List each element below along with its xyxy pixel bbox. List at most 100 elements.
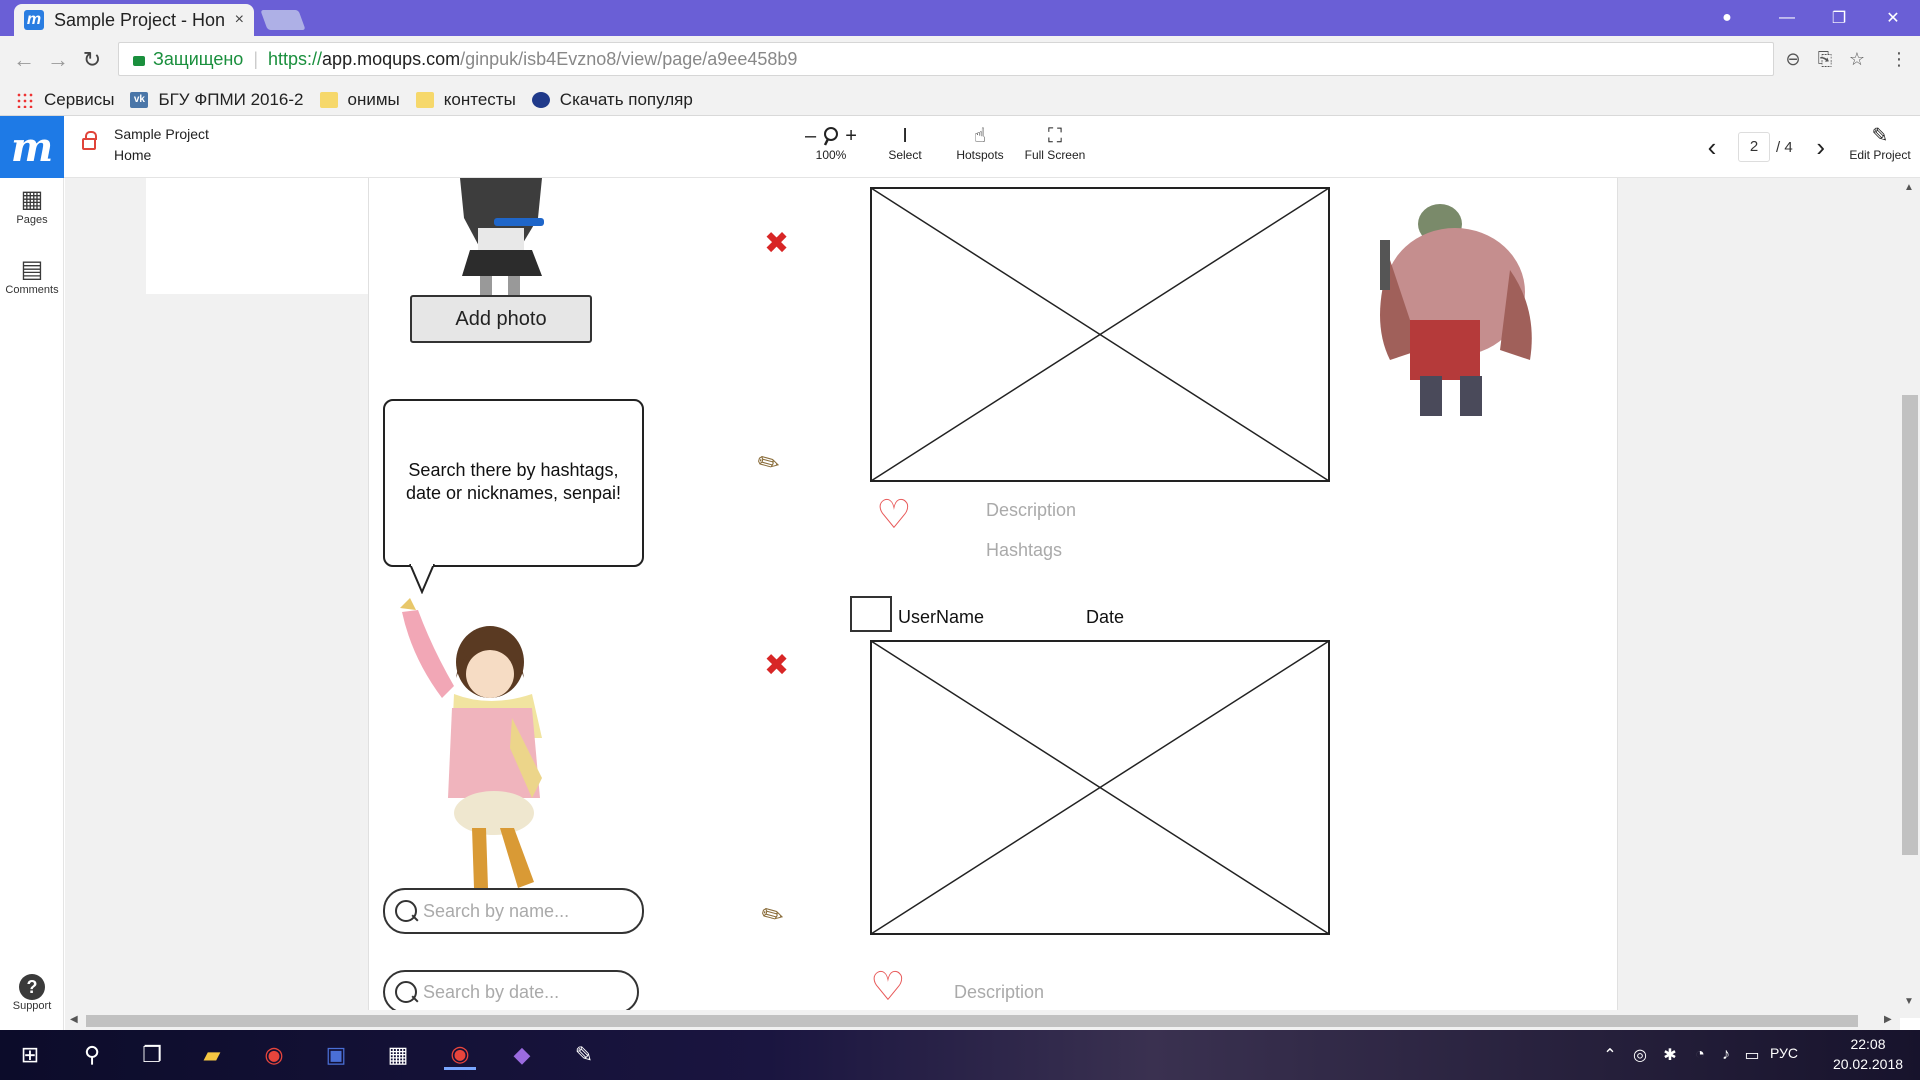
browser-tab-active[interactable]: m Sample Project - Hon × xyxy=(14,4,254,36)
anime-girl-top-image xyxy=(460,178,544,296)
fullscreen-label: Full Screen xyxy=(1024,148,1086,162)
speech-bubble: Search there by hashtags, date or nickna… xyxy=(383,399,644,567)
minimize-button[interactable]: — xyxy=(1764,0,1810,36)
post-1-description: Description xyxy=(986,500,1077,520)
search-icon xyxy=(395,981,417,1003)
fullscreen-tool[interactable]: ⛶ Full Screen xyxy=(1020,124,1090,162)
comments-label: Comments xyxy=(5,284,59,296)
delete-post-2-icon[interactable]: ✖ xyxy=(764,648,789,683)
support-button[interactable]: ? Support xyxy=(0,974,64,1012)
new-tab-button[interactable] xyxy=(260,10,306,30)
add-photo-button[interactable]: Add photo xyxy=(410,295,592,343)
search-by-name-input[interactable]: Search by name... xyxy=(383,888,644,934)
support-label: Support xyxy=(12,1000,52,1012)
bookmark-services[interactable]: Сервисы xyxy=(16,90,114,110)
like-post-2-icon[interactable]: ♡ xyxy=(870,964,906,1010)
text-cursor-icon: I xyxy=(902,125,908,147)
zoom-out-icon[interactable]: – xyxy=(805,125,816,147)
select-label: Select xyxy=(888,148,922,162)
search-by-date-input[interactable]: Search by date... xyxy=(383,970,639,1014)
vertical-scroll-thumb[interactable] xyxy=(1902,395,1918,855)
close-window-button[interactable]: ✕ xyxy=(1870,0,1916,36)
left-rail xyxy=(0,178,64,1030)
delete-post-1-icon[interactable]: ✖ xyxy=(764,226,789,261)
post-2-avatar-checkbox[interactable] xyxy=(850,596,892,632)
chrome-active-taskbar-icon[interactable]: ◉ xyxy=(444,1040,476,1070)
tab-close-icon[interactable]: × xyxy=(235,11,244,29)
tray-expand-icon[interactable]: ⌃ xyxy=(1594,1040,1626,1070)
zoom-in-icon[interactable]: + xyxy=(845,125,857,147)
project-name: Sample Project xyxy=(114,126,209,142)
edit-project-button[interactable]: ✎ Edit Project xyxy=(1840,124,1920,162)
moqups-logo[interactable]: m xyxy=(0,116,64,178)
back-button[interactable]: ← xyxy=(12,47,36,72)
chrome-menu-icon[interactable]: ⋮ xyxy=(1888,48,1910,70)
search-icon xyxy=(395,900,417,922)
steam-tray-icon[interactable]: ◎ xyxy=(1624,1040,1656,1070)
system-clock[interactable]: 22:08 20.02.2018 xyxy=(1820,1034,1916,1074)
chrome-taskbar-icon[interactable]: ◉ xyxy=(258,1040,290,1070)
apps-icon xyxy=(16,91,34,108)
current-page-input[interactable]: 2 xyxy=(1738,132,1770,162)
moqups-favicon-icon: m xyxy=(24,10,44,30)
clock-date: 20.02.2018 xyxy=(1832,1056,1904,1072)
post-2-date: Date xyxy=(1086,607,1125,627)
bookmark-download[interactable]: Скачать популяр xyxy=(531,89,693,110)
save-app-icon[interactable]: ▣ xyxy=(320,1040,352,1070)
page-pager: ‹ 2 / 4 › xyxy=(1700,132,1833,162)
bookmark-star-icon[interactable]: ☆ xyxy=(1846,48,1868,70)
scroll-left-arrow-icon[interactable]: ◀ xyxy=(70,1014,78,1025)
post-2-image-placeholder xyxy=(870,640,1330,935)
address-bar[interactable]: Защищено | https:// app.moqups.com /ginp… xyxy=(118,42,1774,76)
post-2-description: Description xyxy=(954,982,1045,1002)
file-explorer-icon[interactable]: ▰ xyxy=(196,1040,228,1070)
comments-button[interactable]: ▤ Comments xyxy=(0,256,64,296)
scroll-down-arrow-icon[interactable]: ▼ xyxy=(1904,996,1914,1007)
zoom-glyphs: – + xyxy=(796,124,866,148)
bluetooth-tray-icon[interactable]: ✱ xyxy=(1654,1040,1686,1070)
pages-label: Pages xyxy=(16,214,48,226)
reload-button[interactable]: ↻ xyxy=(80,47,104,72)
folder-icon xyxy=(319,91,338,108)
comments-icon: ▤ xyxy=(20,256,44,283)
pages-icon: ▦ xyxy=(20,186,44,213)
next-page-button[interactable]: › xyxy=(1809,132,1833,163)
zoom-control[interactable]: – + 100% xyxy=(796,124,866,162)
paint-icon[interactable]: ✎ xyxy=(568,1040,600,1070)
search-by-date-placeholder: Search by date... xyxy=(423,981,560,1002)
help-icon: ? xyxy=(19,974,45,1000)
pencil-icon: ✎ xyxy=(1871,125,1889,147)
search-taskbar-icon[interactable]: ⚲ xyxy=(76,1040,108,1070)
forward-button[interactable]: → xyxy=(46,47,70,72)
visual-studio-icon[interactable]: ◆ xyxy=(506,1040,538,1070)
calculator-icon[interactable]: ▦ xyxy=(382,1040,414,1070)
restore-button[interactable]: ❐ xyxy=(1816,0,1862,36)
url-host: app.moqups.com xyxy=(322,48,461,69)
bookmark-contests[interactable]: контесты xyxy=(415,90,516,110)
post-1-image-placeholder xyxy=(870,187,1330,482)
bookmark-bsu[interactable]: vk БГУ ФПМИ 2016-2 xyxy=(130,90,304,110)
windows-start-icon[interactable]: ⊞ xyxy=(14,1040,46,1070)
scroll-up-arrow-icon[interactable]: ▲ xyxy=(1904,182,1914,193)
select-tool[interactable]: I Select xyxy=(880,124,930,162)
like-post-1-icon[interactable]: ♡ xyxy=(876,492,912,538)
task-view-icon[interactable]: ❐ xyxy=(136,1040,168,1070)
bookmark-label: онимы xyxy=(347,89,400,109)
horizontal-scroll-thumb[interactable] xyxy=(86,1015,1858,1027)
secure-lock-icon xyxy=(133,56,145,66)
translate-icon[interactable]: ⎘ xyxy=(1814,48,1836,70)
speech-bubble-tail xyxy=(409,564,435,594)
input-language[interactable]: РУС xyxy=(1770,1045,1798,1061)
bookmark-label: Скачать популяр xyxy=(559,89,693,109)
prev-page-button[interactable]: ‹ xyxy=(1700,132,1724,163)
canvas-white-tile xyxy=(146,178,368,294)
scroll-right-arrow-icon[interactable]: ▶ xyxy=(1884,1014,1892,1025)
account-icon[interactable]: ● xyxy=(1704,0,1750,36)
address-separator: | xyxy=(253,48,259,69)
search-by-name-placeholder: Search by name... xyxy=(423,900,570,921)
pages-button[interactable]: ▦ Pages xyxy=(0,186,64,226)
hotspots-tool[interactable]: ☝ Hotspots xyxy=(950,124,1010,162)
bookmark-onimy[interactable]: онимы xyxy=(319,89,400,110)
zoom-icon[interactable]: ⊖ xyxy=(1782,48,1804,70)
project-lock-icon xyxy=(82,131,97,150)
